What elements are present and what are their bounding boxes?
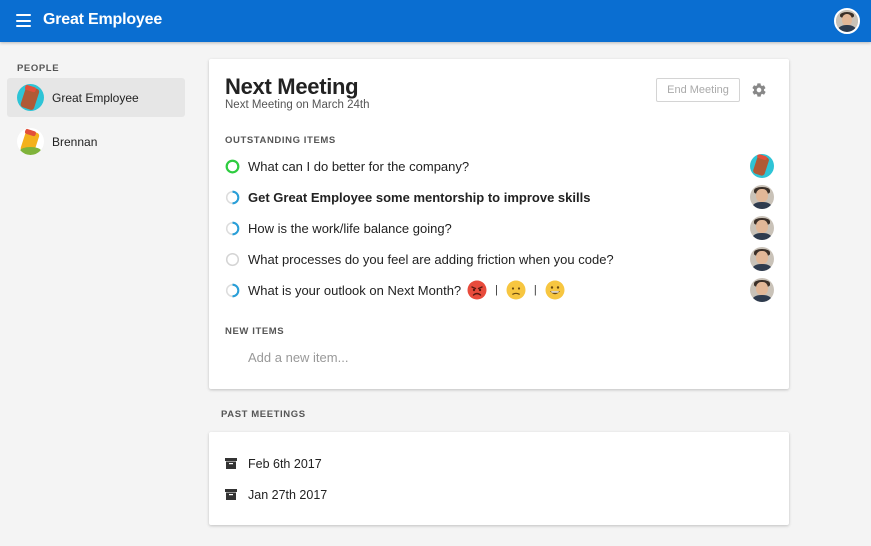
person-name: Great Employee bbox=[52, 91, 139, 105]
agenda-item[interactable]: What processes do you feel are adding fr… bbox=[225, 246, 775, 272]
agenda-item[interactable]: How is the work/life balance going? bbox=[225, 215, 775, 241]
past-meeting-item[interactable]: Feb 6th 2017 bbox=[225, 453, 525, 475]
meeting-subtitle: Next Meeting on March 24th bbox=[225, 99, 370, 111]
past-meeting-date: Jan 27th 2017 bbox=[248, 488, 328, 502]
sidebar-person-brennan[interactable]: Brennan bbox=[7, 122, 185, 161]
grinning-face-icon[interactable] bbox=[545, 280, 565, 300]
past-meetings-card: Feb 6th 2017 Jan 27th 2017 bbox=[209, 432, 789, 525]
agenda-item-text: What processes do you feel are adding fr… bbox=[248, 252, 614, 267]
new-item-input[interactable] bbox=[248, 350, 548, 365]
agenda-item-text: Get Great Employee some mentorship to im… bbox=[248, 190, 591, 205]
app-title: Great Employee bbox=[43, 11, 163, 28]
past-meeting-item[interactable]: Jan 27th 2017 bbox=[225, 484, 525, 506]
photo-avatar bbox=[750, 185, 774, 209]
emoji-separator: | bbox=[495, 284, 498, 296]
agenda-item[interactable]: What is your outlook on Next Month? | | bbox=[225, 277, 775, 303]
pencil-avatar-icon bbox=[17, 128, 44, 155]
emoji-reactions: | | bbox=[467, 277, 565, 303]
sidebar: PEOPLE Great Employee Brennan bbox=[0, 42, 195, 546]
status-in-progress-icon[interactable] bbox=[225, 221, 240, 236]
app-header: Great Employee bbox=[0, 0, 871, 42]
sidebar-person-great-employee[interactable]: Great Employee bbox=[7, 78, 185, 117]
slightly-frowning-face-icon[interactable] bbox=[506, 280, 526, 300]
status-in-progress-icon[interactable] bbox=[225, 283, 240, 298]
agenda-item[interactable]: Get Great Employee some mentorship to im… bbox=[225, 184, 775, 210]
emoji-separator: | bbox=[533, 284, 537, 296]
agenda-item[interactable]: What can I do better for the company? bbox=[225, 153, 775, 179]
agenda-item-text: How is the work/life balance going? bbox=[248, 221, 452, 236]
photo-avatar bbox=[750, 216, 774, 240]
photo-avatar bbox=[750, 278, 774, 302]
next-meeting-card: Next Meeting Next Meeting on March 24th … bbox=[209, 59, 789, 389]
agenda-item-text: What is your outlook on Next Month? bbox=[248, 283, 462, 298]
photo-avatar bbox=[750, 247, 774, 271]
menu-icon[interactable] bbox=[16, 14, 31, 27]
pencil-avatar-icon bbox=[17, 84, 44, 111]
people-section-label: PEOPLE bbox=[17, 63, 60, 74]
past-meetings-label: PAST MEETINGS bbox=[221, 409, 306, 420]
past-meeting-date: Feb 6th 2017 bbox=[248, 457, 322, 471]
agenda-item-text: What can I do better for the company? bbox=[248, 159, 470, 174]
gear-icon[interactable] bbox=[751, 82, 767, 98]
angry-face-icon[interactable] bbox=[467, 280, 487, 300]
person-name: Brennan bbox=[52, 135, 98, 149]
end-meeting-button[interactable]: End Meeting bbox=[656, 78, 740, 102]
archive-icon bbox=[225, 489, 237, 500]
user-avatar[interactable] bbox=[834, 8, 860, 34]
status-in-progress-icon[interactable] bbox=[225, 190, 240, 205]
meeting-title: Next Meeting bbox=[225, 74, 359, 99]
pencil-avatar-icon bbox=[750, 154, 774, 178]
outstanding-items-label: OUTSTANDING ITEMS bbox=[225, 135, 336, 146]
archive-icon bbox=[225, 458, 237, 469]
status-not-started-icon[interactable] bbox=[225, 252, 240, 267]
status-complete-icon[interactable] bbox=[225, 159, 240, 174]
new-items-label: NEW ITEMS bbox=[225, 326, 285, 337]
